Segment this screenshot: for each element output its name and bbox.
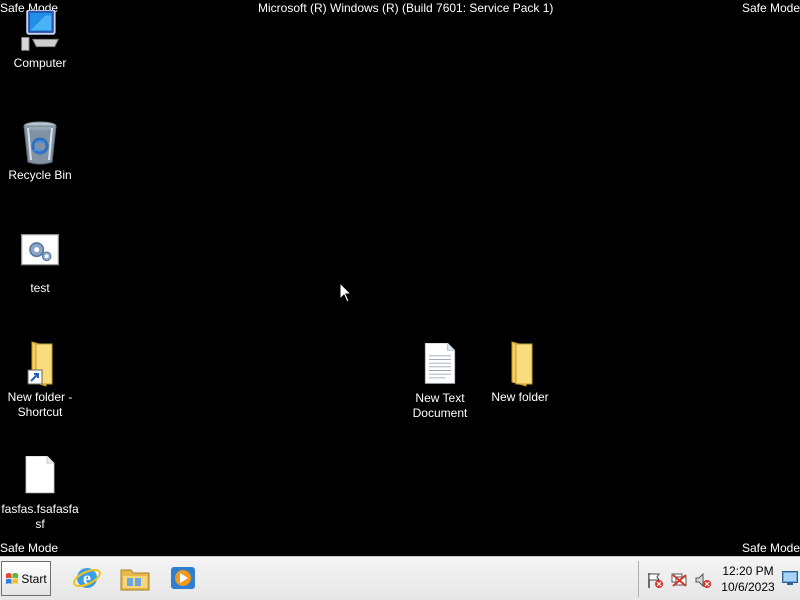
desktop-icon-label: New folder — [491, 390, 549, 404]
desktop-icon-test[interactable]: test — [0, 233, 80, 296]
internet-explorer-icon: e — [73, 568, 101, 588]
folder-shortcut-icon — [27, 341, 53, 387]
taskbar-windows-explorer[interactable] — [118, 562, 152, 594]
safe-mode-label-bottom-left: Safe Mode — [0, 541, 59, 555]
network-error-icon[interactable] — [670, 571, 688, 589]
desktop-icon-new-text-document[interactable]: New Text Document — [400, 343, 480, 421]
start-label: Start — [21, 571, 47, 586]
blank-file-icon — [25, 456, 55, 494]
file-explorer-icon — [120, 569, 150, 591]
desktop-icon-label: fasfas.fsafasfasf — [1, 502, 79, 531]
safe-mode-label-top-right: Safe Mode — [741, 1, 800, 15]
system-tray: 12:20 PM 10/6/2023 — [638, 559, 800, 599]
start-button[interactable]: Start — [1, 561, 51, 596]
clock-time: 12:20 PM — [722, 564, 774, 578]
taskbar-internet-explorer[interactable]: e — [70, 562, 104, 594]
media-player-icon — [171, 567, 195, 589]
folder-icon — [511, 341, 533, 387]
desktop-icon-computer[interactable]: Computer — [0, 10, 80, 71]
tray-divider — [638, 561, 639, 597]
taskbar: Start e 12:20 PM 10/6/2023 — [0, 556, 800, 600]
settings-file-icon — [21, 234, 59, 266]
desktop-icon-label: test — [30, 281, 50, 295]
desktop[interactable]: Safe Mode Microsoft (R) Windows (R) (Bui… — [0, 0, 800, 556]
taskbar-media-player[interactable] — [166, 562, 200, 594]
action-center-icon[interactable] — [646, 571, 664, 589]
os-build-title: Microsoft (R) Windows (R) (Build 7601: S… — [258, 1, 554, 15]
windows-flag-icon — [6, 572, 19, 584]
clock[interactable]: 12:20 PM 10/6/2023 — [716, 563, 780, 595]
show-desktop-icon[interactable] — [782, 571, 798, 585]
desktop-icon-recycle-bin[interactable]: Recycle Bin — [0, 118, 80, 183]
computer-icon — [21, 10, 60, 51]
mouse-pointer-icon — [339, 282, 353, 303]
desktop-icon-fasfas-file[interactable]: fasfas.fsafasfasf — [0, 456, 80, 532]
desktop-icon-label: Recycle Bin — [8, 168, 72, 182]
desktop-icon-label: Computer — [13, 56, 67, 70]
recycle-bin-icon — [23, 121, 57, 165]
desktop-icon-new-folder-shortcut[interactable]: New folder - Shortcut — [0, 340, 80, 420]
desktop-icon-label: New folder - Shortcut — [7, 390, 73, 419]
clock-date: 10/6/2023 — [721, 580, 775, 594]
safe-mode-label-bottom-right: Safe Mode — [741, 541, 800, 555]
volume-muted-icon[interactable] — [694, 571, 712, 589]
desktop-icon-label: New Text Document — [412, 391, 468, 420]
desktop-icon-new-folder[interactable]: New folder — [480, 340, 560, 405]
text-document-icon — [424, 343, 456, 384]
